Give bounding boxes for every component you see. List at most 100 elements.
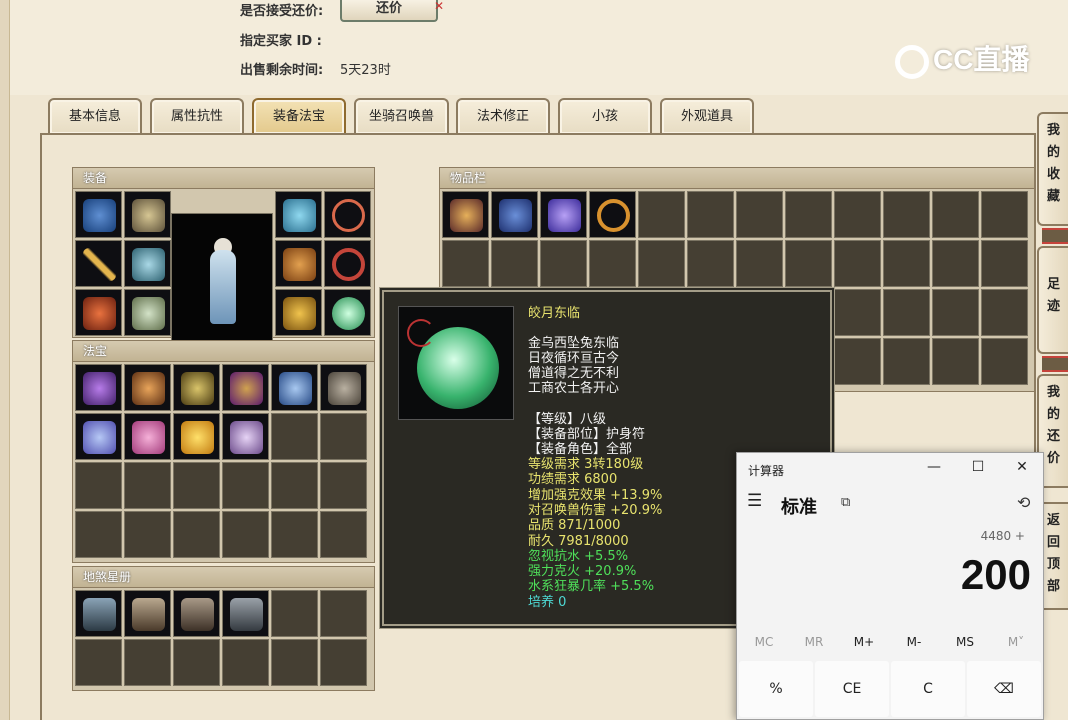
calculator-title: 计算器 <box>748 464 785 478</box>
necklace-icon <box>332 199 365 232</box>
inventory-slot-empty <box>442 240 489 287</box>
treasure-slot[interactable] <box>124 413 171 460</box>
equipment-grid <box>72 188 375 359</box>
tab-mount-summon[interactable]: 坐骑召唤兽 <box>354 98 449 134</box>
clear-entry-button[interactable]: CE <box>815 661 889 717</box>
inventory-header: 物品栏 <box>439 167 1035 189</box>
warrior-card-icon <box>132 598 165 631</box>
inventory-slot-empty <box>491 240 538 287</box>
item-cultivate: 培养 0 <box>528 595 567 610</box>
inventory-slot[interactable] <box>491 191 538 238</box>
inventory-slot[interactable] <box>589 191 636 238</box>
equip-slot[interactable] <box>75 191 122 238</box>
inventory-slot-empty <box>638 240 685 287</box>
side-tab-footprint[interactable]: 足 迹 <box>1037 246 1068 354</box>
treasure-slot[interactable] <box>75 364 122 411</box>
inventory-slot-empty <box>932 289 979 336</box>
trade-info-bar: 是否接受还价: 还价 ✕ 指定买家 ID : 出售剩余时间: 5天23时 CC直… <box>0 0 1068 95</box>
treasure-slot-empty <box>75 511 122 558</box>
treasure-slot-empty <box>320 413 367 460</box>
purple-scarf-icon <box>548 199 581 232</box>
item-desc-line: 僧道得之无不利 <box>528 366 620 381</box>
treasure-grid <box>72 361 375 563</box>
treasure-slot-empty <box>271 462 318 509</box>
calculator-expression: 4480 + <box>980 529 1025 543</box>
equip-slot[interactable] <box>275 240 322 287</box>
remaining-time-label: 出售剩余时间: <box>240 63 324 78</box>
star-card-slot[interactable] <box>222 590 269 637</box>
memory-recall-button[interactable]: MR <box>789 635 839 649</box>
calculator-window: 计算器 — ☐ ✕ ☰ 标准 ⧉ ⟲ 4480 + 200 MC MR M+ M… <box>736 452 1044 720</box>
equip-slot[interactable] <box>324 191 371 238</box>
memory-store-button[interactable]: MS <box>940 635 990 649</box>
equip-slot[interactable] <box>75 289 122 336</box>
item-green-stat: 水系狂暴几率 +5.5% <box>528 579 655 594</box>
treasure-slot[interactable] <box>75 413 122 460</box>
helmet-icon <box>83 199 116 232</box>
cord-icon <box>407 319 435 347</box>
mask-icon <box>283 199 316 232</box>
history-icon[interactable]: ⟲ <box>1017 493 1030 512</box>
star-card-slot[interactable] <box>124 590 171 637</box>
treasure-slot[interactable] <box>173 364 220 411</box>
memory-list-button[interactable]: M˅ <box>991 635 1041 649</box>
inventory-slot-empty <box>785 191 832 238</box>
inventory-slot[interactable] <box>442 191 489 238</box>
inventory-slot-empty <box>883 338 930 385</box>
equip-slot[interactable] <box>324 240 371 287</box>
star-card-slot[interactable] <box>173 590 220 637</box>
item-quality: 品质 871/1000 <box>528 518 621 533</box>
maximize-icon[interactable]: ☐ <box>963 459 993 479</box>
close-icon[interactable]: ✕ <box>1007 459 1037 479</box>
item-green-stat: 忽视抗水 +5.5% <box>528 549 629 564</box>
tab-attribute-resist[interactable]: 属性抗性 <box>150 98 244 134</box>
treasure-slot-empty <box>320 511 367 558</box>
minimize-icon[interactable]: — <box>919 459 949 479</box>
inventory-slot[interactable] <box>540 191 587 238</box>
inventory-slot-empty <box>932 338 979 385</box>
inventory-slot-empty <box>932 240 979 287</box>
treasure-slot[interactable] <box>271 364 318 411</box>
warrior-card-icon <box>83 598 116 631</box>
tab-child[interactable]: 小孩 <box>558 98 652 134</box>
clear-button[interactable]: C <box>891 661 965 717</box>
side-tab-favorites[interactable]: 我 的 收 藏 <box>1037 112 1068 226</box>
memory-subtract-button[interactable]: M- <box>889 635 939 649</box>
tab-spell-correction[interactable]: 法术修正 <box>456 98 550 134</box>
treasure-slot[interactable] <box>222 413 269 460</box>
treasure-slot[interactable] <box>173 413 220 460</box>
hamburger-menu-icon[interactable]: ☰ <box>747 491 762 511</box>
winged-crest-icon <box>450 199 483 232</box>
backspace-button[interactable]: ⌫ <box>967 661 1041 717</box>
book-icon <box>83 421 116 454</box>
memory-add-button[interactable]: M+ <box>839 635 889 649</box>
keep-on-top-icon[interactable]: ⧉ <box>841 495 850 510</box>
side-tab-char: 的 <box>1046 407 1060 422</box>
tab-appearance-items[interactable]: 外观道具 <box>660 98 754 134</box>
item-bonus: 对召唤兽伤害 +20.9% <box>528 503 663 518</box>
equip-slot[interactable] <box>124 240 171 287</box>
treasure-slot-empty <box>271 413 318 460</box>
equip-slot[interactable] <box>275 191 322 238</box>
side-tab-char: 收 <box>1046 167 1060 182</box>
star-card-slot[interactable] <box>75 590 122 637</box>
treasure-slot[interactable] <box>222 364 269 411</box>
pipa-icon <box>132 372 165 405</box>
tab-equipment-treasure[interactable]: 装备法宝 <box>252 98 346 134</box>
equip-slot[interactable] <box>124 289 171 336</box>
treasure-slot[interactable] <box>320 364 367 411</box>
equip-slot[interactable] <box>75 240 122 287</box>
percent-button[interactable]: % <box>739 661 813 717</box>
star-card-slot-empty <box>320 590 367 637</box>
counter-offer-button[interactable]: 还价 <box>340 0 438 22</box>
memory-clear-button[interactable]: MC <box>739 635 789 649</box>
equip-slot[interactable] <box>124 191 171 238</box>
tab-basic-info[interactable]: 基本信息 <box>48 98 142 134</box>
lamp-icon <box>132 421 165 454</box>
treasure-slot-empty <box>173 511 220 558</box>
equip-slot[interactable] <box>275 289 322 336</box>
treasure-slot[interactable] <box>124 364 171 411</box>
sword-icon <box>83 248 116 281</box>
equip-slot[interactable] <box>324 289 371 336</box>
amulet-icon <box>332 297 365 330</box>
